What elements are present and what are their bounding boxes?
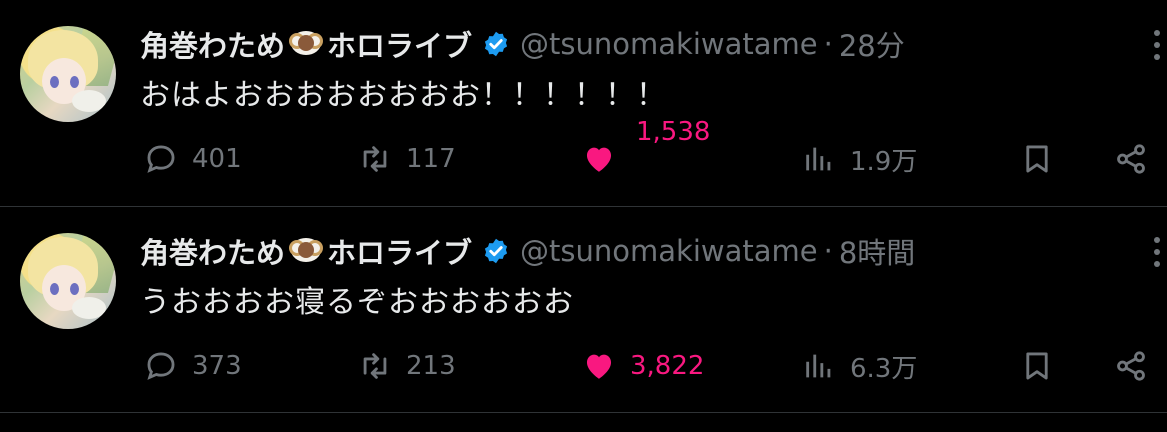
share-button[interactable] xyxy=(1114,340,1148,392)
tweet[interactable]: 角巻わため ホロライブ @tsunomakiwatame · 8時間 うおおおお… xyxy=(0,207,1167,413)
heart-icon xyxy=(586,147,612,172)
display-name[interactable]: 角巻わため xyxy=(140,23,285,65)
avatar-eye xyxy=(70,76,79,88)
verified-badge-icon xyxy=(484,31,508,57)
avatar-eye xyxy=(50,76,59,88)
views-button[interactable]: 1.9万 xyxy=(802,133,917,185)
bookmark-button[interactable] xyxy=(1020,133,1054,185)
timestamp[interactable]: 8時間 xyxy=(839,230,915,272)
retweet-count: 117 xyxy=(406,144,456,174)
bookmark-icon xyxy=(1026,145,1048,173)
verified-badge-icon xyxy=(484,238,508,264)
sheep-emoji-icon xyxy=(287,29,325,59)
bookmark-button[interactable] xyxy=(1020,340,1054,392)
retweet-button[interactable]: 117 xyxy=(358,133,456,185)
display-name-suffix[interactable]: ホロライブ xyxy=(327,23,472,65)
share-icon xyxy=(1117,144,1145,174)
sheep-emoji-icon xyxy=(287,236,325,266)
like-button[interactable] xyxy=(582,133,616,185)
retweet-button[interactable]: 213 xyxy=(358,340,456,392)
handle[interactable]: @tsunomakiwatame xyxy=(520,27,818,61)
retweet-count: 213 xyxy=(406,351,456,381)
views-count: 6.3万 xyxy=(850,353,918,384)
avatar-sheep xyxy=(72,297,106,319)
avatar[interactable] xyxy=(20,233,116,329)
tweet[interactable]: 角巻わため ホロライブ @tsunomakiwatame · 28分 おはよおお… xyxy=(0,0,1167,206)
share-icon xyxy=(1117,351,1145,381)
more-icon[interactable] xyxy=(1154,237,1160,271)
tweet-text: おはよおおおおおおおお！！！！！！ xyxy=(140,78,667,113)
views-button[interactable]: 6.3万 xyxy=(802,340,917,392)
reply-icon xyxy=(147,145,175,173)
more-icon[interactable] xyxy=(1154,30,1160,64)
like-count: 1,538 xyxy=(636,117,711,147)
timestamp[interactable]: 28分 xyxy=(839,23,905,65)
tweet-text: うおおおお寝るぞおおおおおお xyxy=(140,285,574,320)
divider xyxy=(0,412,1167,413)
separator-dot: · xyxy=(823,234,833,268)
handle[interactable]: @tsunomakiwatame xyxy=(520,234,818,268)
reply-button[interactable]: 373 xyxy=(144,340,242,392)
tweet-header: 角巻わため ホロライブ @tsunomakiwatame · 8時間 xyxy=(140,229,915,273)
reply-count: 373 xyxy=(192,351,242,381)
avatar-sheep xyxy=(72,90,106,112)
avatar-eye xyxy=(70,283,79,295)
tweet-header: 角巻わため ホロライブ @tsunomakiwatame · 28分 xyxy=(140,22,905,66)
retweet-icon xyxy=(363,353,387,379)
reply-button[interactable]: 401 xyxy=(144,133,242,185)
action-bar: 401 117 1.9万 xyxy=(0,133,1167,185)
views-icon xyxy=(806,147,831,171)
separator-dot: · xyxy=(823,27,833,61)
views-count: 1.9万 xyxy=(850,146,918,177)
views-icon xyxy=(806,354,831,378)
like-button[interactable]: 3,822 xyxy=(582,340,704,392)
avatar-eye xyxy=(50,283,59,295)
reply-icon xyxy=(147,352,175,380)
display-name[interactable]: 角巻わため xyxy=(140,230,285,272)
action-bar: 373 213 3,822 6.3万 xyxy=(0,340,1167,392)
heart-icon xyxy=(586,354,612,379)
avatar[interactable] xyxy=(20,26,116,122)
share-button[interactable] xyxy=(1114,133,1148,185)
reply-count: 401 xyxy=(192,144,242,174)
like-count: 3,822 xyxy=(630,351,705,381)
retweet-icon xyxy=(363,146,387,172)
bookmark-icon xyxy=(1026,352,1048,380)
display-name-suffix[interactable]: ホロライブ xyxy=(327,230,472,272)
